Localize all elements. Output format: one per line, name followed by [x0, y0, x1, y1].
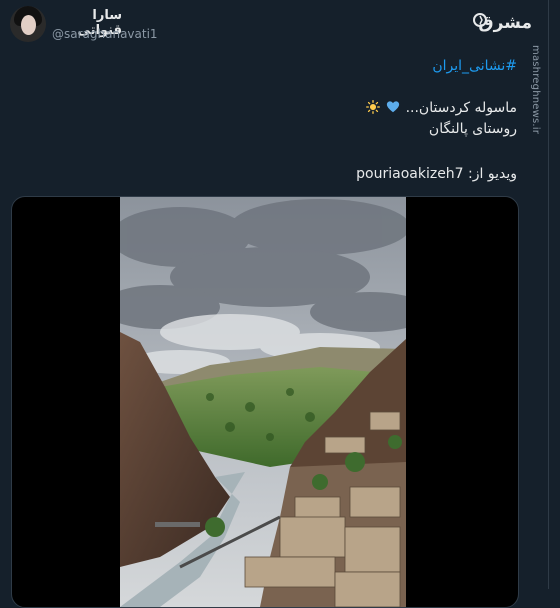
logo-text: مشرق [478, 13, 532, 33]
video-credit: ویدیو از: pouriaoakizeh7 [356, 166, 517, 182]
site-url-watermark: mashreghnews.ir [530, 45, 541, 135]
credit-username[interactable]: pouriaoakizeh7 [356, 166, 463, 182]
author-avatar[interactable] [10, 6, 46, 42]
sun-icon [365, 100, 380, 114]
video-frame[interactable] [120, 197, 406, 607]
column-divider [548, 0, 549, 589]
blue-heart-icon [386, 101, 400, 113]
tweet-line-1: ماسوله کردستان... [365, 100, 517, 116]
author-handle[interactable]: @saraghanavati1 [52, 27, 158, 41]
credit-prefix: ویدیو از: [468, 166, 517, 182]
tweet-media-container[interactable] [11, 196, 519, 608]
tweet-line-1-text: ماسوله کردستان... [405, 100, 517, 116]
hashtag-link[interactable]: #نشانی_ایران [432, 58, 517, 74]
mashregh-logo: مشرق [473, 13, 532, 33]
tweet-line-2: روستای پالنگان [428, 121, 517, 137]
